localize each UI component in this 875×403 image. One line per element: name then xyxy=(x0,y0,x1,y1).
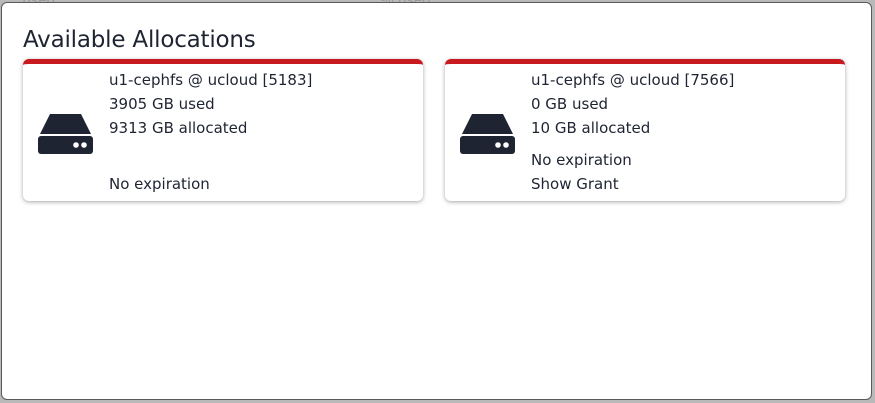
allocation-card: u1-cephfs @ ucloud [5183] 3905 GB used 9… xyxy=(23,59,423,201)
allocation-name: u1-cephfs @ ucloud [5183] xyxy=(109,71,313,89)
allocation-used: 0 GB used xyxy=(531,95,609,113)
allocation-expiration: No expiration xyxy=(109,175,210,193)
allocations-modal: Available Allocations u1-cephfs @ ucloud… xyxy=(1,2,872,400)
allocation-card: u1-cephfs @ ucloud [7566] 0 GB used 10 G… xyxy=(445,59,845,201)
allocation-allocated: 9313 GB allocated xyxy=(109,119,248,137)
modal-title: Available Allocations xyxy=(23,27,256,53)
allocation-allocated: 10 GB allocated xyxy=(531,119,651,137)
hard-drive-icon xyxy=(460,114,515,154)
allocation-name: u1-cephfs @ ucloud [7566] xyxy=(531,71,735,89)
allocation-used: 3905 GB used xyxy=(109,95,215,113)
show-grant-link[interactable]: Show Grant xyxy=(531,175,619,193)
allocation-expiration: No expiration xyxy=(531,151,632,169)
hard-drive-icon xyxy=(38,114,93,154)
